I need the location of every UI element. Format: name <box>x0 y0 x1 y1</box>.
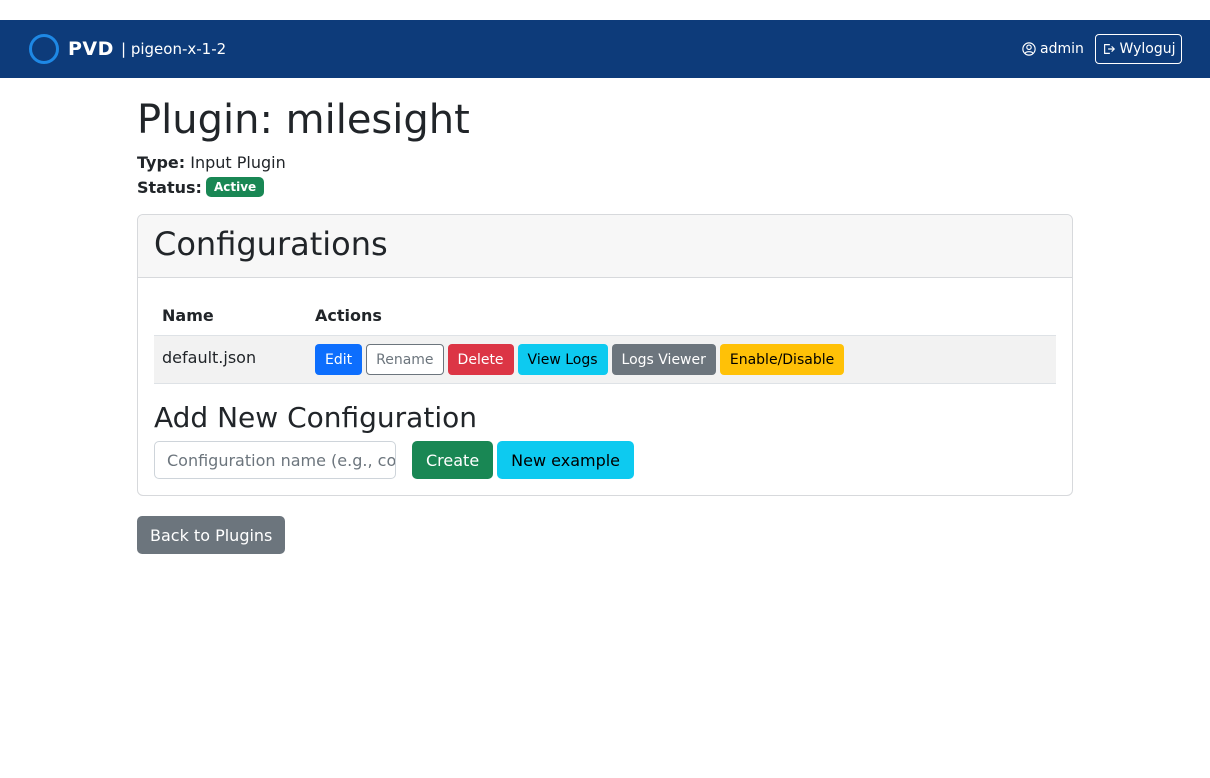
status-label: Status: <box>137 177 202 197</box>
table-header: Name Actions <box>154 296 1056 336</box>
type-label: Type: <box>137 153 186 172</box>
page-title: Plugin: milesight <box>137 97 470 143</box>
type-value: Input Plugin <box>190 153 286 172</box>
brand-name[interactable]: PVD <box>68 38 114 60</box>
configurations-card: Configurations Name Actions default.json… <box>137 214 1073 496</box>
rename-button[interactable]: Rename <box>366 344 444 375</box>
circle-logo-icon <box>29 34 59 64</box>
add-config-heading: Add New Configuration <box>154 401 477 434</box>
host-name: | pigeon-x-1-2 <box>121 40 227 58</box>
logout-label: Wyloguj <box>1119 41 1176 57</box>
view-logs-button[interactable]: View Logs <box>517 344 608 375</box>
enable-disable-button[interactable]: Enable/Disable <box>719 344 845 375</box>
configurations-heading: Configurations <box>154 225 388 263</box>
column-header-name: Name <box>162 306 214 325</box>
create-button[interactable]: Create <box>412 441 494 479</box>
configurations-table: Name Actions default.json Edit Rename De… <box>154 296 1056 384</box>
delete-button[interactable]: Delete <box>447 344 514 375</box>
top-navbar: PVD | pigeon-x-1-2 admin Wyloguj <box>0 20 1210 78</box>
config-name: default.json <box>162 348 257 367</box>
config-name-input[interactable]: Configuration name (e.g., conf <box>154 441 396 479</box>
back-to-plugins-button[interactable]: Back to Plugins <box>137 516 286 554</box>
table-row: default.json Edit Rename Delete View Log… <box>154 336 1056 384</box>
row-actions: Edit Rename Delete View Logs Logs Viewer… <box>315 344 845 375</box>
column-header-actions: Actions <box>315 306 382 325</box>
edit-button[interactable]: Edit <box>315 344 363 375</box>
user-menu[interactable]: admin <box>1022 41 1084 57</box>
status-badge: Active <box>205 177 265 197</box>
sign-out-icon <box>1103 44 1115 54</box>
user-circle-icon <box>1022 42 1036 56</box>
user-name: admin <box>1040 41 1084 57</box>
new-example-button[interactable]: New example <box>497 441 635 479</box>
add-config-form: Configuration name (e.g., conf Create Ne… <box>154 441 635 479</box>
top-spacer <box>0 0 1210 20</box>
logs-viewer-button[interactable]: Logs Viewer <box>611 344 716 375</box>
plugin-type: Type: Input Plugin <box>137 153 286 172</box>
configurations-header: Configurations <box>138 215 1072 278</box>
logout-button[interactable]: Wyloguj <box>1095 34 1182 64</box>
plugin-status: Status: Active <box>137 177 265 197</box>
